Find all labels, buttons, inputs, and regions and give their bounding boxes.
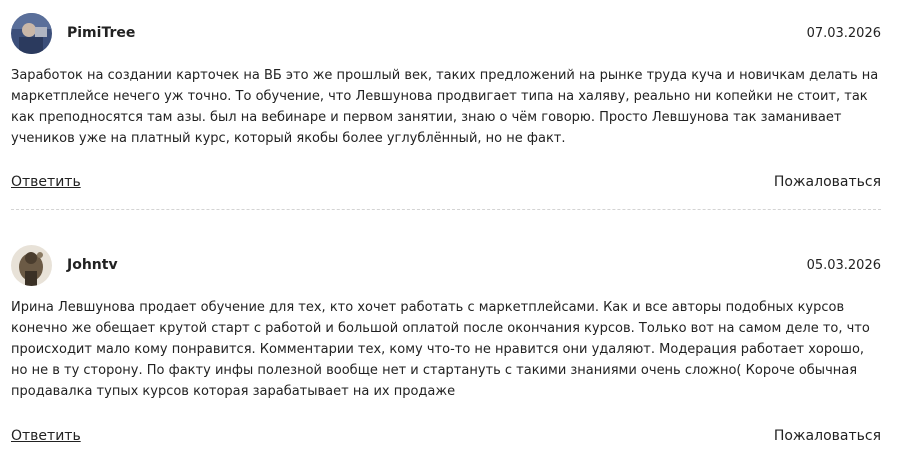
avatar — [11, 245, 52, 286]
reply-link[interactable]: Ответить — [11, 174, 81, 190]
comment-divider — [11, 209, 881, 210]
comment-item: Johntv 05.03.2026 Ирина Левшунова продае… — [11, 245, 881, 444]
comment-text: Заработок на создании карточек на ВБ это… — [11, 68, 879, 146]
comment-date: 07.03.2026 — [806, 26, 881, 41]
comment-actions: Ответить Пожаловаться — [11, 174, 881, 196]
reply-link[interactable]: Ответить — [11, 428, 81, 444]
user-photo-icon — [11, 13, 52, 54]
comment-item: PimiTree 07.03.2026 Заработок на создани… — [11, 13, 881, 190]
comment-actions: Ответить Пожаловаться — [11, 428, 881, 450]
comment-author: PimiTree — [67, 25, 136, 41]
comment-author: Johntv — [67, 257, 118, 273]
report-link[interactable]: Пожаловаться — [774, 174, 881, 190]
comment-header: PimiTree 07.03.2026 — [11, 13, 881, 55]
report-link[interactable]: Пожаловаться — [774, 428, 881, 444]
avatar — [11, 13, 52, 54]
user-photo-icon — [11, 245, 52, 286]
comment-date: 05.03.2026 — [806, 258, 881, 273]
comment-header: Johntv 05.03.2026 — [11, 245, 881, 287]
comment-text: Ирина Левшунова продает обучение для тех… — [11, 300, 870, 399]
